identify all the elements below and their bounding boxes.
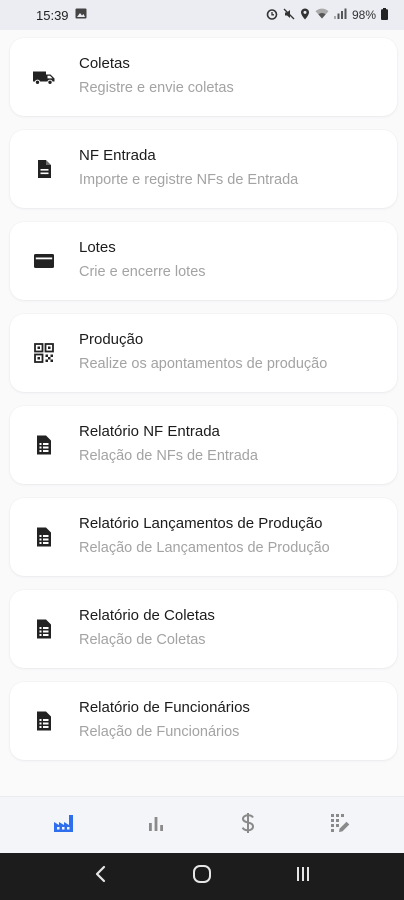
truck-icon [32,65,56,89]
wifi-icon [315,8,329,22]
menu-item-relatorio-coletas[interactable]: Relatório de Coletas Relação de Coletas [10,590,397,668]
menu-item-title: Relatório de Coletas [79,607,215,624]
signal-icon [333,8,347,22]
menu-item-nf-entrada[interactable]: NF Entrada Importe e registre NFs de Ent… [10,130,397,208]
menu-item-producao[interactable]: Produção Realize os apontamentos de prod… [10,314,397,392]
dollar-icon [240,812,256,839]
report-icon [32,525,56,549]
menu-item-subtitle: Relação de Lançamentos de Produção [79,540,330,556]
report-icon [32,433,56,457]
menu-item-subtitle: Importe e registre NFs de Entrada [79,172,299,188]
location-icon [300,8,310,23]
tab-factory[interactable] [34,805,94,845]
document-icon [32,157,56,181]
report-icon [32,617,56,641]
battery-icon [381,7,388,23]
menu-item-subtitle: Registre e envie coletas [79,80,234,96]
status-right: 98% [266,7,388,23]
status-bar: 15:39 98% [0,0,404,30]
factory-icon [53,813,75,838]
menu-item-title: Relatório Lançamentos de Produção [79,515,323,532]
mute-icon [283,8,295,23]
qr-code-icon [32,341,56,365]
tab-edit[interactable] [310,805,370,845]
menu-item-lotes[interactable]: Lotes Crie e encerre lotes [10,222,397,300]
system-nav-bar [0,853,404,900]
edit-grid-icon [330,813,350,838]
image-icon [75,6,87,24]
home-button[interactable] [182,857,222,897]
tab-charts[interactable] [126,805,186,845]
menu-item-relatorio-funcionarios[interactable]: Relatório de Funcionários Relação de Fun… [10,682,397,760]
status-time: 15:39 [36,7,69,23]
bottom-tab-bar [0,796,404,853]
status-left: 15:39 [36,6,87,24]
back-icon [94,865,108,888]
menu-item-relatorio-lancamentos-producao[interactable]: Relatório Lançamentos de Produção Relaçã… [10,498,397,576]
recents-button[interactable] [283,857,323,897]
menu-item-title: Coletas [79,55,130,72]
menu-item-subtitle: Crie e encerre lotes [79,264,206,280]
menu-item-coletas[interactable]: Coletas Registre e envie coletas [10,38,397,116]
bar-chart-icon [147,814,165,837]
menu-list: Coletas Registre e envie coletas NF Entr… [0,30,404,796]
menu-item-title: Relatório de Funcionários [79,699,250,716]
menu-item-subtitle: Relação de Coletas [79,632,206,648]
card-icon [32,249,56,273]
menu-item-title: Lotes [79,239,116,256]
recents-icon [294,865,312,888]
menu-item-subtitle: Relação de NFs de Entrada [79,448,258,464]
menu-item-relatorio-nf-entrada[interactable]: Relatório NF Entrada Relação de NFs de E… [10,406,397,484]
menu-item-title: Relatório NF Entrada [79,423,220,440]
home-icon [192,864,212,889]
battery-percentage: 98% [351,8,376,22]
menu-item-title: NF Entrada [79,147,156,164]
report-icon [32,709,56,733]
menu-item-subtitle: Realize os apontamentos de produção [79,356,328,372]
tab-finance[interactable] [218,805,278,845]
alarm-icon [266,8,278,23]
menu-item-subtitle: Relação de Funcionários [79,724,240,740]
menu-item-title: Produção [79,331,144,348]
back-button[interactable] [81,857,121,897]
